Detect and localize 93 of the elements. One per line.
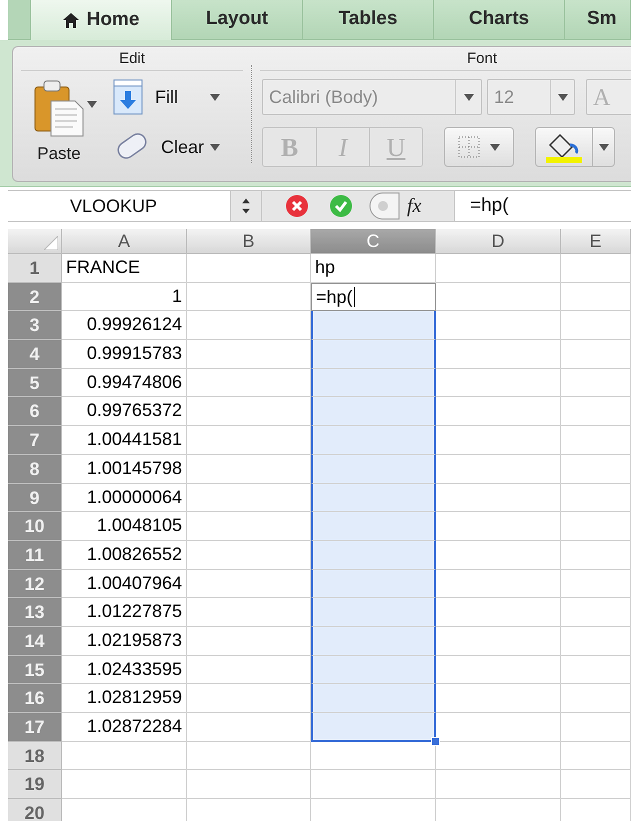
- row-header[interactable]: 5: [8, 368, 62, 398]
- table-cell: 1.00407964: [62, 570, 187, 598]
- table-cell: 1.00145798: [62, 454, 187, 484]
- paste-button[interactable]: Paste: [13, 71, 89, 181]
- caret-icon: [464, 94, 474, 100]
- column-header[interactable]: C: [311, 229, 436, 254]
- row-header[interactable]: 10: [8, 512, 62, 541]
- table-cell: 0.99926124: [62, 311, 187, 340]
- empty-cell: [561, 484, 631, 512]
- row-header[interactable]: 8: [8, 454, 62, 484]
- empty-cell: [561, 742, 631, 770]
- group-title: Font: [260, 47, 631, 71]
- ribbon-tab[interactable]: Layout: [172, 0, 303, 40]
- table-cell: 1.00826552: [62, 540, 187, 570]
- caret-icon: [598, 144, 608, 150]
- caret-icon: [87, 101, 97, 108]
- row-header[interactable]: 13: [8, 598, 62, 627]
- table-cell: 0.99915783: [62, 340, 187, 369]
- cell-editor[interactable]: =hp(: [311, 282, 436, 312]
- paint-bucket-icon: [544, 131, 584, 163]
- caret-icon: [558, 94, 568, 100]
- empty-cell: [561, 254, 631, 283]
- ribbon-tab[interactable]: Home: [30, 0, 172, 40]
- table-cell: 1.00441581: [62, 426, 187, 455]
- table-cell: 0.99474806: [62, 368, 187, 398]
- function-label[interactable]: fx: [407, 191, 422, 221]
- empty-cell: [561, 770, 631, 800]
- row-header[interactable]: 12: [8, 570, 62, 598]
- home-icon: [62, 12, 79, 28]
- table-cell: 1.01227875: [62, 598, 187, 627]
- row-header[interactable]: 4: [8, 340, 62, 369]
- row-header[interactable]: 1: [8, 254, 62, 283]
- empty-cell: [561, 426, 631, 455]
- ribbon-tab[interactable]: Tables: [303, 0, 434, 40]
- fill-color-button[interactable]: [535, 127, 615, 167]
- empty-cell: [561, 512, 631, 541]
- ribbon-tab[interactable]: Charts: [434, 0, 565, 40]
- empty-cell: [561, 626, 631, 656]
- table-cell: 1.02812959: [62, 684, 187, 713]
- row-header[interactable]: 20: [8, 799, 62, 821]
- table-cell: 1.02872284: [62, 713, 187, 742]
- fill-button[interactable]: Fill: [113, 79, 220, 115]
- row-header[interactable]: 18: [8, 742, 62, 770]
- clear-button[interactable]: Clear: [113, 129, 220, 165]
- fill-handle[interactable]: [431, 736, 440, 746]
- empty-cell: [561, 282, 631, 312]
- table-cell: 1.02433595: [62, 656, 187, 684]
- row-header[interactable]: 3: [8, 311, 62, 340]
- formula-field[interactable]: =hp(: [455, 191, 631, 221]
- ribbon-tab[interactable]: Sm: [565, 0, 631, 40]
- caret-icon: [210, 144, 220, 150]
- column-header[interactable]: A: [62, 229, 187, 254]
- group-title: Edit: [21, 47, 243, 71]
- cancel-icon[interactable]: [285, 194, 309, 218]
- column-header[interactable]: D: [436, 229, 561, 254]
- row-header[interactable]: 11: [8, 540, 62, 570]
- borders-icon: [458, 136, 480, 158]
- empty-cell: [561, 454, 631, 484]
- row-header[interactable]: 19: [8, 770, 62, 800]
- empty-cell: [561, 713, 631, 742]
- name-box[interactable]: VLOOKUP: [8, 191, 230, 221]
- empty-cell: [561, 397, 631, 426]
- empty-cell: [561, 598, 631, 627]
- caret-icon: [210, 94, 220, 100]
- column-header[interactable]: B: [187, 229, 311, 254]
- row-header[interactable]: 17: [8, 713, 62, 742]
- fill-down-icon: [113, 79, 143, 115]
- clipboard-icon: [33, 79, 85, 137]
- empty-cell: [561, 684, 631, 713]
- row-header[interactable]: 2: [8, 282, 62, 312]
- empty-cell: [561, 656, 631, 684]
- table-cell: 0.99765372: [62, 397, 187, 426]
- caret-icon: [490, 144, 500, 150]
- table-cell: 1.00000064: [62, 484, 187, 512]
- row-header[interactable]: 9: [8, 484, 62, 512]
- row-header[interactable]: 6: [8, 397, 62, 426]
- empty-cell: [561, 368, 631, 398]
- stepper-icon[interactable]: [230, 191, 262, 221]
- empty-cell: [561, 570, 631, 598]
- table-cell: 1: [62, 282, 187, 312]
- empty-cell: [561, 340, 631, 369]
- row-header[interactable]: 16: [8, 684, 62, 713]
- borders-button[interactable]: [444, 127, 514, 167]
- row-header[interactable]: 15: [8, 656, 62, 684]
- empty-cell: [561, 540, 631, 570]
- empty-cell: [561, 311, 631, 340]
- row-header[interactable]: 7: [8, 426, 62, 455]
- confirm-icon[interactable]: [329, 194, 353, 218]
- table-cell: 1.02195873: [62, 626, 187, 656]
- table-cell: 1.0048105: [62, 512, 187, 541]
- row-header[interactable]: 14: [8, 626, 62, 656]
- column-header[interactable]: E: [561, 229, 631, 254]
- table-cell: FRANCE: [62, 254, 187, 283]
